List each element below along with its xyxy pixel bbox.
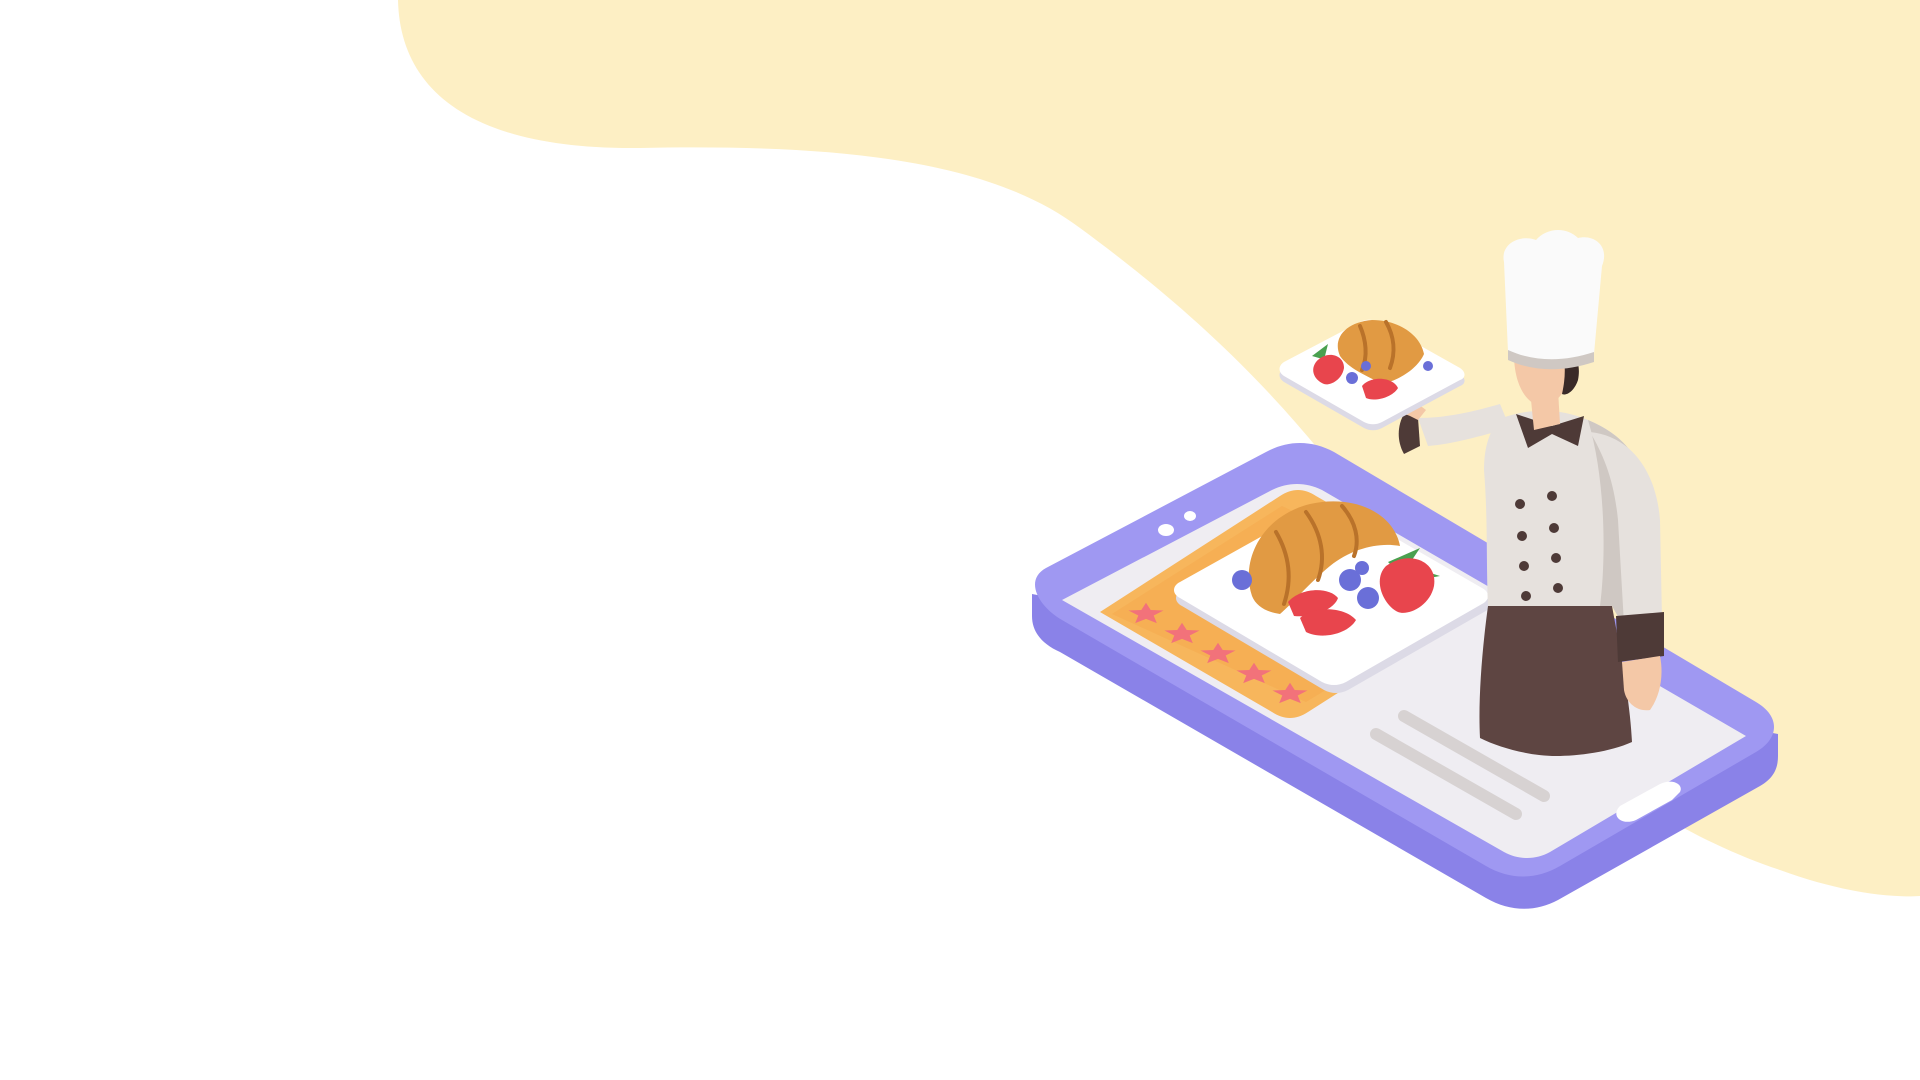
- chef-hat: [1503, 229, 1605, 362]
- jacket-button: [1517, 531, 1527, 541]
- illustration-stage: [0, 0, 1920, 1080]
- blueberry-3: [1357, 587, 1379, 609]
- blueberry-1: [1232, 570, 1252, 590]
- held-blueberry-1: [1346, 372, 1358, 384]
- jacket-button: [1515, 499, 1525, 509]
- held-blueberry-2: [1361, 361, 1371, 371]
- jacket-button: [1549, 523, 1559, 533]
- phone-camera-dot: [1158, 524, 1174, 536]
- jacket-button: [1551, 553, 1561, 563]
- held-blueberry-3: [1423, 361, 1433, 371]
- jacket-button: [1519, 561, 1529, 571]
- phone-sensor-dot: [1184, 511, 1196, 521]
- blueberry-4: [1355, 561, 1369, 575]
- jacket-button: [1547, 491, 1557, 501]
- jacket-button: [1553, 583, 1563, 593]
- chef-apron: [1479, 606, 1632, 756]
- jacket-button: [1521, 591, 1531, 601]
- chef-phone-illustration: [398, 0, 1920, 909]
- chef-right-cuff: [1616, 612, 1664, 662]
